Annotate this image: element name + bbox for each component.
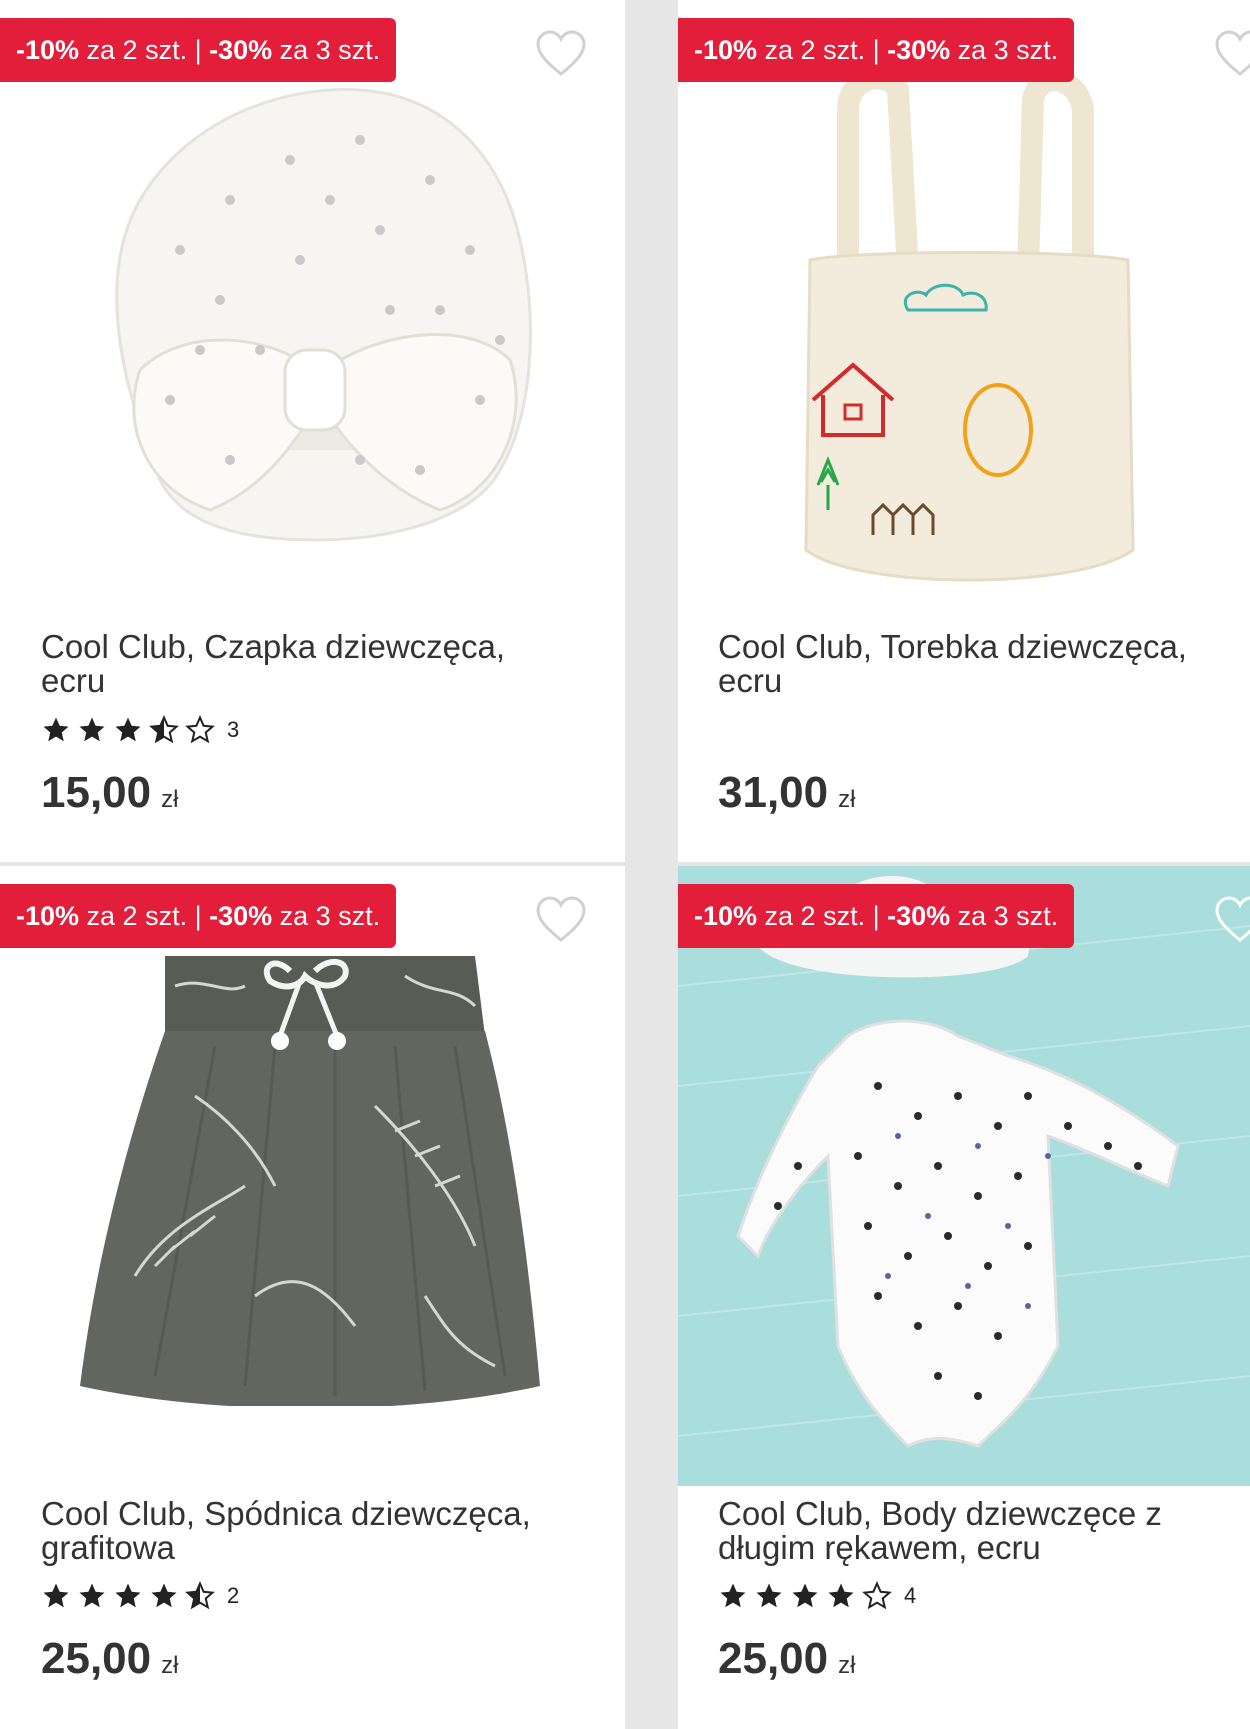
product-rating: 3 — [41, 715, 239, 745]
star-full-icon — [792, 1583, 818, 1608]
product-price: 25,00 zł — [718, 1634, 856, 1683]
star-full-icon — [720, 1583, 746, 1608]
skirt-image[interactable] — [75, 946, 545, 1406]
product-rating: 4 — [718, 1581, 916, 1611]
product-title[interactable]: Cool Club, Body dziewczęce z długim ręka… — [718, 1497, 1238, 1565]
star-full-icon — [79, 1583, 105, 1608]
product-price: 31,00 zł — [718, 768, 856, 817]
promo-badge: -10% za 2 szt. | -30% za 3 szt. — [678, 884, 1075, 948]
bodysuit-image[interactable] — [678, 866, 1250, 1486]
product-card-2[interactable]: -10% za 2 szt. | -30% za 3 szt. Cool Clu… — [678, 0, 1250, 862]
rating-count: 2 — [227, 1583, 240, 1608]
star-full-icon — [79, 717, 105, 742]
product-card-4[interactable]: -10% za 2 szt. | -30% za 3 szt. Cool Clu… — [678, 866, 1250, 1729]
product-title[interactable]: Cool Club, Spódnica dziewczęca, grafitow… — [41, 1497, 581, 1565]
product-card-3[interactable]: -10% za 2 szt. | -30% za 3 szt. Cool Clu… — [0, 866, 625, 1729]
product-rating: 2 — [41, 1581, 239, 1611]
heart-outline-icon[interactable] — [1214, 896, 1250, 944]
turban-hat-image[interactable] — [60, 70, 570, 550]
product-card-1[interactable]: -10% za 2 szt. | -30% za 3 szt. Cool Clu… — [0, 0, 625, 862]
star-empty-icon — [185, 715, 215, 744]
rating-count: 4 — [904, 1583, 917, 1608]
promo-badge: -10% za 2 szt. | -30% za 3 szt. — [678, 18, 1075, 82]
heart-outline-icon[interactable] — [1214, 30, 1250, 78]
rating-count: 3 — [227, 717, 240, 742]
product-title[interactable]: Cool Club, Czapka dziewczęca, ecru — [41, 630, 581, 698]
star-full-icon — [151, 1583, 177, 1608]
product-price: 25,00 zł — [41, 1634, 179, 1683]
star-full-icon — [115, 1583, 141, 1608]
promo-badge: -10% za 2 szt. | -30% za 3 szt. — [0, 18, 397, 82]
star-full-icon — [828, 1583, 854, 1608]
star-full-icon — [756, 1583, 782, 1608]
tote-bag-image[interactable] — [798, 70, 1138, 590]
star-half-icon — [149, 715, 179, 744]
heart-outline-icon[interactable] — [535, 30, 587, 78]
heart-outline-icon[interactable] — [535, 896, 587, 944]
star-full-icon — [43, 717, 69, 742]
product-title[interactable]: Cool Club, Torebka dziewczęca, ecru — [718, 630, 1238, 698]
star-empty-icon — [862, 1581, 892, 1610]
star-full-icon — [43, 1583, 69, 1608]
star-half-icon — [185, 1581, 215, 1610]
product-price: 15,00 zł — [41, 768, 179, 817]
promo-badge: -10% za 2 szt. | -30% za 3 szt. — [0, 884, 397, 948]
star-full-icon — [115, 717, 141, 742]
